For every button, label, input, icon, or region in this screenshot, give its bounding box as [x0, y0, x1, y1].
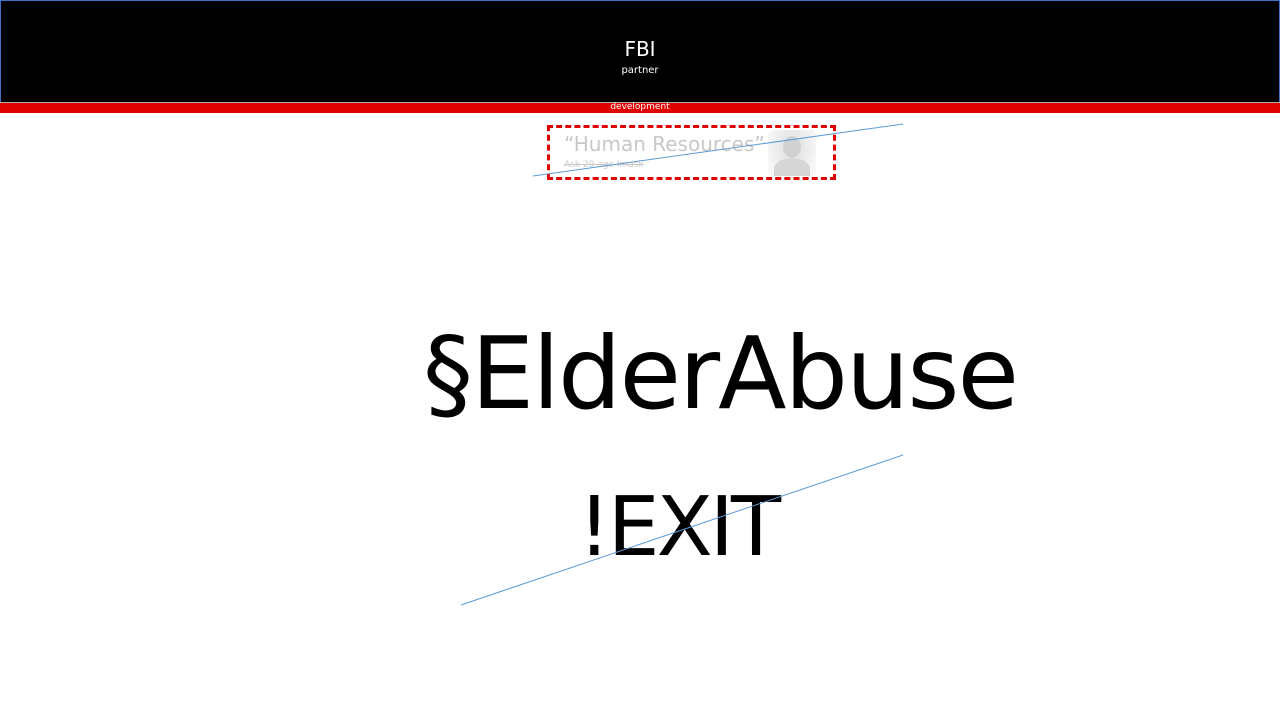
portrait-head	[783, 136, 801, 158]
quote-box[interactable]: “Human Resources” Ask 20 age Imask	[547, 125, 836, 180]
portrait-image	[768, 130, 816, 176]
red-strip: development	[0, 102, 1280, 113]
banner-subtitle: partner	[621, 65, 659, 76]
banner-title: FBI	[624, 37, 656, 61]
slide-canvas: FBI partner development “Human Resources…	[0, 0, 1280, 720]
main-title: §ElderAbuse	[423, 315, 1019, 432]
top-banner: FBI partner	[0, 0, 1280, 103]
exit-link[interactable]: !EXIT	[0, 478, 1280, 578]
quote-text: “Human Resources”	[564, 132, 765, 156]
quote-attribution: Ask 20 age Imask	[564, 160, 644, 170]
portrait-shoulders	[774, 158, 810, 176]
strip-label: development	[610, 102, 670, 112]
